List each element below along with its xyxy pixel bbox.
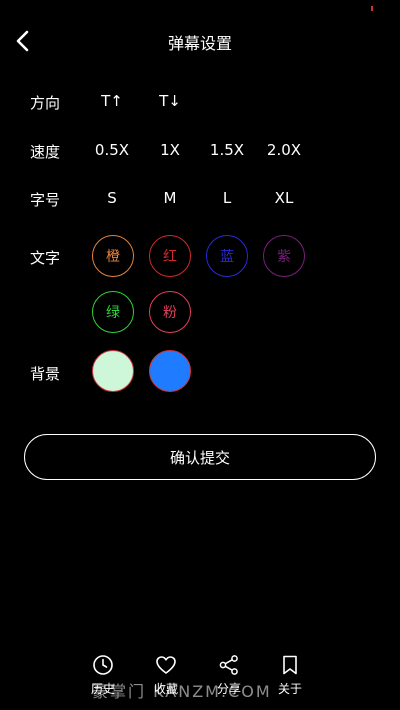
text-color-purple[interactable]: 紫 xyxy=(263,235,305,277)
speed-label: 速度 xyxy=(30,143,61,161)
size-label: 字号 xyxy=(30,191,61,209)
text-color-label: 文字 xyxy=(30,249,61,267)
submit-button[interactable]: 确认提交 xyxy=(24,434,376,480)
speed-option-1-5x[interactable]: 1.5X xyxy=(207,141,247,159)
bookmark-icon xyxy=(283,655,297,675)
background-option-blue[interactable] xyxy=(149,350,191,392)
size-option-s[interactable]: S xyxy=(92,189,132,207)
text-color-orange[interactable]: 橙 xyxy=(92,235,134,277)
background-label: 背景 xyxy=(30,365,61,383)
clock-icon xyxy=(93,655,113,675)
size-option-xl[interactable]: XL xyxy=(264,189,304,207)
background-option-mint[interactable] xyxy=(92,350,134,392)
text-color-blue[interactable]: 蓝 xyxy=(206,235,248,277)
direction-label: 方向 xyxy=(30,94,61,112)
text-color-green[interactable]: 绿 xyxy=(92,291,134,333)
share-icon xyxy=(219,655,238,675)
page-title: 弹幕设置 xyxy=(167,34,232,53)
text-color-pink[interactable]: 粉 xyxy=(149,291,191,333)
size-option-m[interactable]: M xyxy=(150,189,190,207)
watermark: 豪掌门 KANZM.COM xyxy=(92,682,272,701)
speed-option-1x[interactable]: 1X xyxy=(150,141,190,159)
speed-option-2-0x[interactable]: 2.0X xyxy=(264,141,304,159)
speed-option-0-5x[interactable]: 0.5X xyxy=(92,141,132,159)
direction-up-option[interactable]: T↑ xyxy=(92,92,132,110)
heart-icon xyxy=(156,656,176,674)
tab-about-label: 关于 xyxy=(277,682,302,696)
text-color-red[interactable]: 红 xyxy=(149,235,191,277)
size-option-l[interactable]: L xyxy=(207,189,247,207)
direction-down-option[interactable]: T↓ xyxy=(150,92,190,110)
header: 弹幕设置 xyxy=(0,0,400,82)
